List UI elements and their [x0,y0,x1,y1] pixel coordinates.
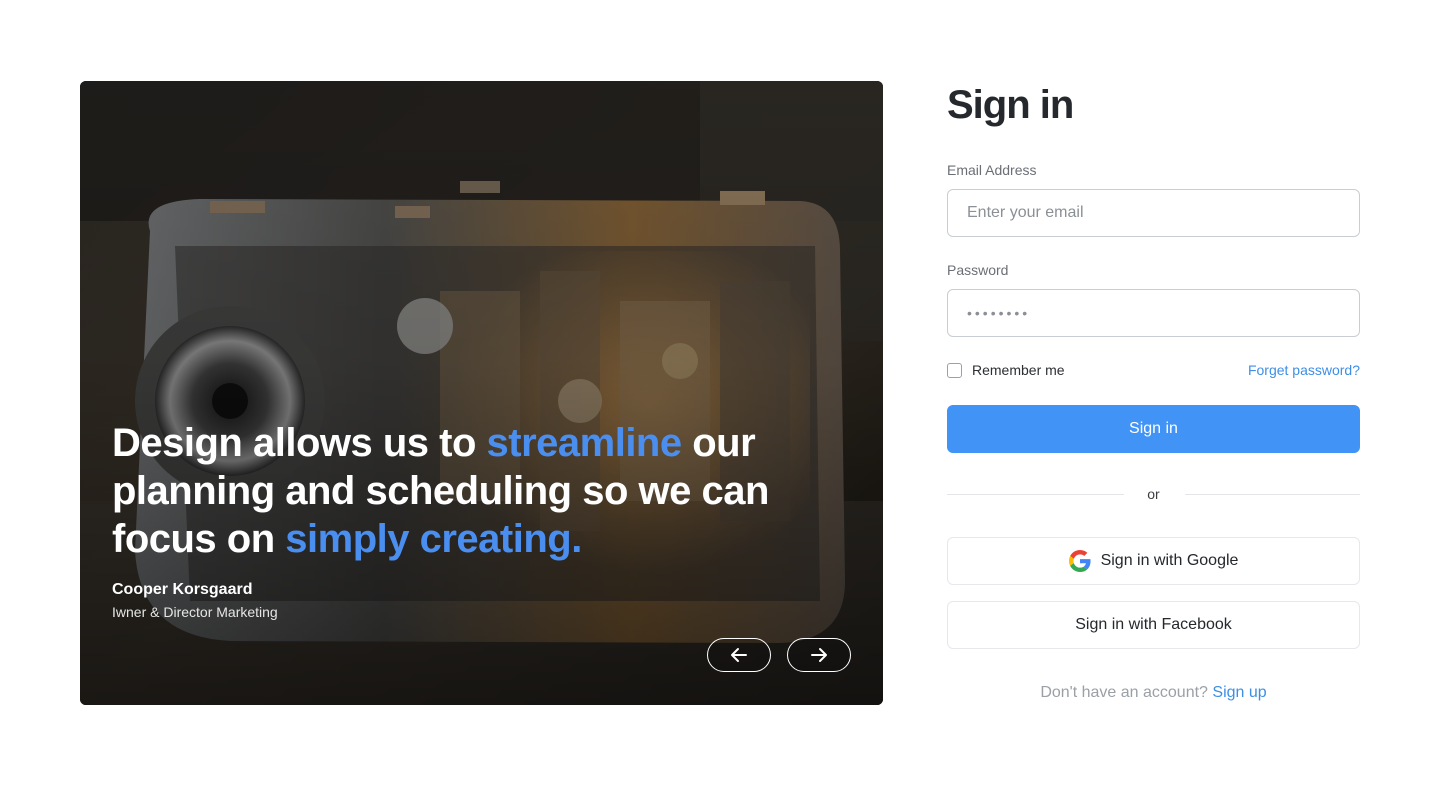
sign-up-link[interactable]: Sign up [1212,684,1266,701]
facebook-sign-in-button[interactable]: Sign in with Facebook [947,601,1360,649]
google-icon [1068,550,1091,572]
sign-in-button[interactable]: Sign in [947,405,1360,453]
or-divider: or [947,486,1360,502]
forgot-password-link[interactable]: Forget password? [1248,362,1360,378]
hero-quote: Design allows us to streamline our plann… [112,419,792,563]
google-button-label: Sign in with Google [1100,552,1239,569]
facebook-button-label: Sign in with Facebook [1075,616,1232,633]
sign-up-prompt-text: Don't have an account? [1040,684,1208,701]
password-label: Password [947,262,1009,278]
arrow-right-icon [811,648,827,662]
remember-me-label: Remember me [972,362,1065,378]
quote-accent: streamline [486,421,683,465]
author-name: Cooper Korsgaard [112,581,253,598]
password-field[interactable] [947,289,1360,337]
arrow-left-icon [731,648,747,662]
hero-card: Design allows us to streamline our plann… [80,81,883,705]
email-field[interactable] [947,189,1360,237]
email-label: Email Address [947,162,1037,178]
previous-slide-button[interactable] [707,638,771,672]
quote-accent: simply creating. [285,517,582,561]
divider-line [1185,494,1360,495]
google-sign-in-button[interactable]: Sign in with Google [947,537,1360,585]
sign-up-prompt: Don't have an account? Sign up [947,684,1360,702]
remember-me-checkbox[interactable] [947,362,962,378]
next-slide-button[interactable] [787,638,851,672]
sign-in-form: Sign in Email Address Password Remember … [947,80,1360,701]
author-role: Iwner & Director Marketing [112,604,278,620]
quote-text: Design allows us to [112,421,487,465]
remember-me-toggle[interactable]: Remember me [947,362,1065,378]
page-title: Sign in [947,83,1074,127]
